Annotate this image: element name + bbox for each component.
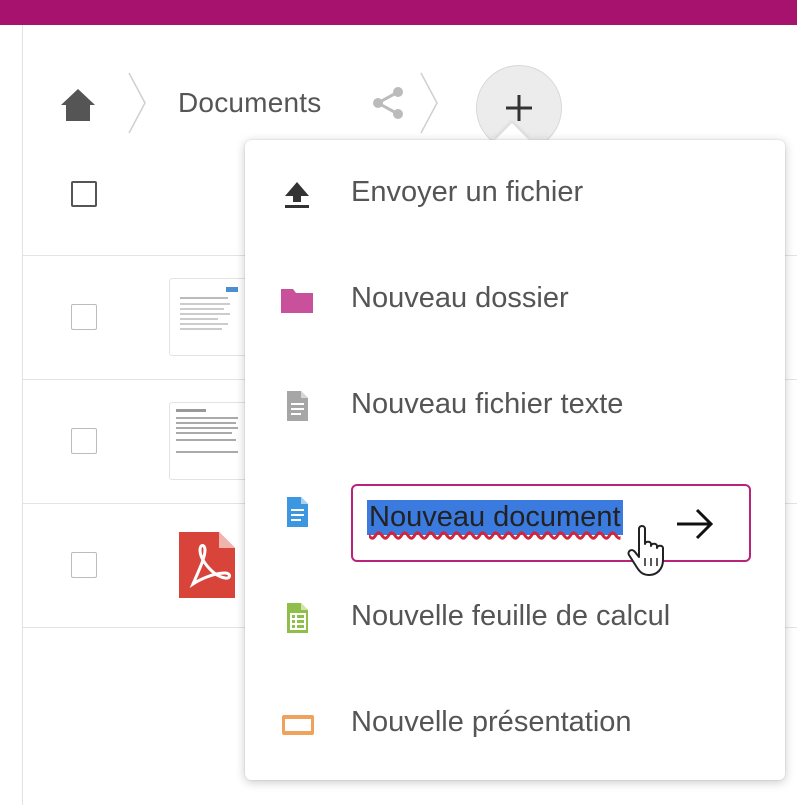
home-icon[interactable] [58, 85, 98, 125]
breadcrumb: Documents [0, 25, 797, 151]
app-header-bar [0, 0, 797, 25]
document-icon [287, 497, 308, 527]
select-all-checkbox[interactable] [71, 181, 97, 207]
folder-icon [281, 289, 313, 313]
document-preview-thumbnail [169, 278, 247, 356]
menu-item-new-spreadsheet[interactable]: Nouvelle feuille de calcul [245, 564, 785, 670]
submit-arrow-icon[interactable] [673, 504, 717, 544]
breadcrumb-separator-icon [420, 72, 438, 134]
new-document-name-input[interactable]: Nouveau document [351, 484, 751, 576]
text-preview-thumbnail [169, 402, 247, 480]
file-checkbox[interactable] [71, 552, 97, 578]
share-icon[interactable] [370, 85, 406, 121]
spreadsheet-icon [287, 603, 308, 633]
menu-item-new-folder[interactable]: Nouveau dossier [245, 246, 785, 352]
selected-filename-text[interactable]: Nouveau document [367, 500, 623, 535]
pdf-icon [169, 526, 245, 602]
text-file-icon [287, 391, 308, 421]
menu-item-new-text-file[interactable]: Nouveau fichier texte [245, 352, 785, 458]
file-checkbox[interactable] [71, 304, 97, 330]
plus-icon [506, 95, 532, 121]
breadcrumb-documents[interactable]: Documents [178, 87, 321, 119]
new-file-menu: Envoyer un fichier Nouveau dossier Nouve… [245, 140, 785, 780]
upload-icon [285, 182, 309, 208]
menu-item-new-presentation[interactable]: Nouvelle présentation [245, 670, 785, 776]
menu-item-new-document[interactable]: Nouveau document [245, 458, 785, 576]
file-checkbox[interactable] [71, 428, 97, 454]
presentation-icon [282, 715, 314, 735]
breadcrumb-separator-icon [128, 72, 146, 134]
menu-item-upload[interactable]: Envoyer un fichier [245, 140, 785, 246]
